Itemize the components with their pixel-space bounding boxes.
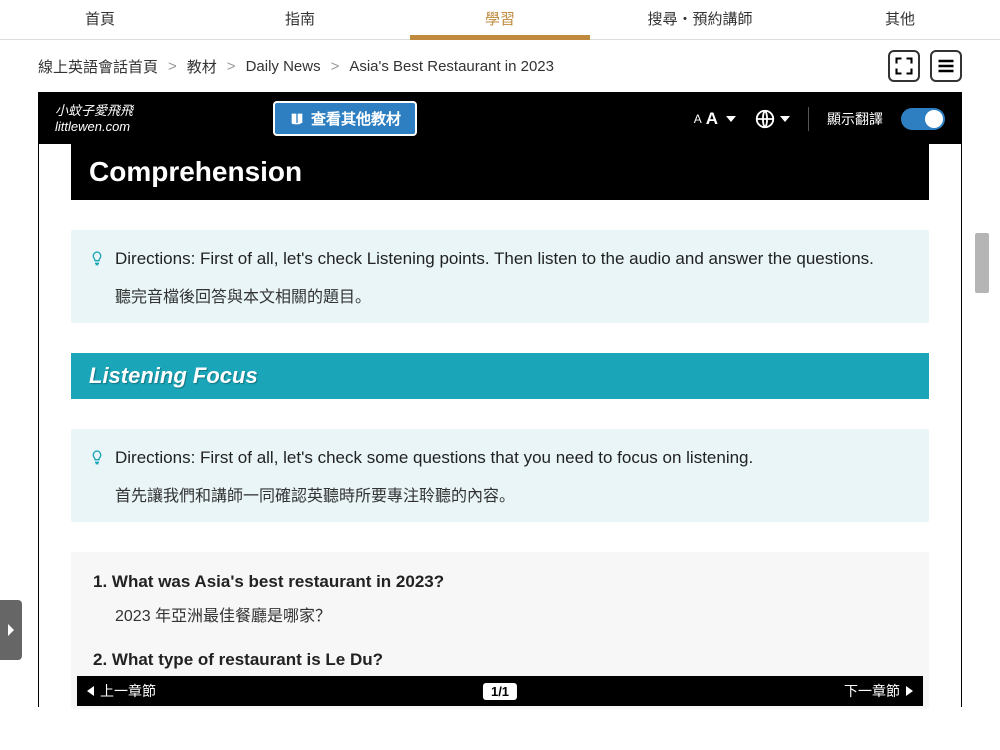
focus-direction-en: Directions: First of all, let's check so…	[115, 445, 753, 471]
brand-line1: 小蚊子愛飛飛	[55, 103, 133, 119]
crumb-current: Asia's Best Restaurant in 2023	[349, 58, 554, 75]
focus-direction-zh: 首先讓我們和講師一同確認英聽時所要專注聆聽的內容。	[115, 482, 911, 506]
question-item: 1. What was Asia's best restaurant in 20…	[93, 572, 907, 626]
comp-direction-zh: 聽完音檔後回答與本文相關的題目。	[115, 283, 911, 307]
fullscreen-button[interactable]	[888, 50, 920, 82]
breadcrumb-row: 線上英語會話首頁 > 教材 > Daily News > Asia's Best…	[0, 40, 1000, 92]
hamburger-icon	[936, 56, 956, 76]
header-right: AA 顯示翻譯	[694, 107, 945, 131]
nav-home[interactable]: 首頁	[0, 0, 200, 39]
next-chapter-label: 下一章節	[844, 681, 900, 701]
book-icon	[289, 111, 305, 127]
crumb-sep: >	[168, 58, 177, 75]
content-area: Comprehension Directions: First of all, …	[39, 144, 961, 709]
viewer-header: 小蚊子愛飛飛 littlewen.com 查看其他教材 AA 顯示翻譯	[39, 93, 961, 144]
content-viewer: 小蚊子愛飛飛 littlewen.com 查看其他教材 AA 顯示翻譯 Comp…	[38, 92, 962, 707]
chevron-right-icon	[5, 623, 17, 637]
other-materials-label: 查看其他教材	[311, 108, 401, 129]
comprehension-heading: Comprehension	[71, 144, 929, 200]
crumb-home[interactable]: 線上英語會話首頁	[38, 56, 158, 77]
fullscreen-icon	[894, 56, 914, 76]
next-chapter-button[interactable]: 下一章節	[844, 681, 913, 701]
other-materials-button[interactable]: 查看其他教材	[273, 101, 417, 136]
translate-label: 顯示翻譯	[827, 109, 883, 129]
crumb-sep: >	[227, 58, 236, 75]
nav-guide[interactable]: 指南	[200, 0, 400, 39]
comprehension-directions: Directions: First of all, let's check Li…	[71, 230, 929, 323]
listening-focus-heading: Listening Focus	[71, 353, 929, 399]
nav-other[interactable]: 其他	[800, 0, 1000, 39]
focus-directions: Directions: First of all, let's check so…	[71, 429, 929, 522]
top-nav: 首頁 指南 學習 搜尋・預約講師 其他	[0, 0, 1000, 40]
brand-watermark: 小蚊子愛飛飛 littlewen.com	[55, 103, 133, 134]
prev-chapter-label: 上一章節	[100, 681, 156, 701]
lightbulb-icon	[89, 248, 105, 273]
nav-search-tutor[interactable]: 搜尋・預約講師	[600, 0, 800, 39]
question-zh: 2023 年亞洲最佳餐廳是哪家？	[115, 602, 907, 626]
comp-direction-en: Directions: First of all, let's check Li…	[115, 246, 874, 272]
globe-icon	[754, 108, 776, 130]
font-size-control[interactable]: AA	[694, 109, 736, 129]
question-en: 2. What type of restaurant is Le Du?	[93, 650, 907, 670]
chapter-nav-bar: 上一章節 1/1 下一章節	[77, 676, 923, 706]
prev-chapter-button[interactable]: 上一章節	[87, 681, 156, 701]
breadcrumb: 線上英語會話首頁 > 教材 > Daily News > Asia's Best…	[38, 56, 878, 77]
triangle-left-icon	[87, 686, 94, 696]
brand-line2: littlewen.com	[55, 119, 133, 135]
nav-study[interactable]: 學習	[400, 0, 600, 39]
crumb-daily-news[interactable]: Daily News	[246, 58, 321, 75]
page-indicator: 1/1	[483, 683, 517, 700]
expand-sidebar-tab[interactable]	[0, 600, 22, 660]
menu-button[interactable]	[930, 50, 962, 82]
language-control[interactable]	[754, 108, 790, 130]
lightbulb-icon	[89, 447, 105, 472]
question-en: 1. What was Asia's best restaurant in 20…	[93, 572, 907, 592]
crumb-sep: >	[331, 58, 340, 75]
header-divider	[808, 107, 809, 131]
scrollbar-thumb[interactable]	[975, 233, 989, 293]
crumb-materials[interactable]: 教材	[187, 56, 217, 77]
translate-toggle[interactable]	[901, 108, 945, 130]
triangle-right-icon	[906, 686, 913, 696]
